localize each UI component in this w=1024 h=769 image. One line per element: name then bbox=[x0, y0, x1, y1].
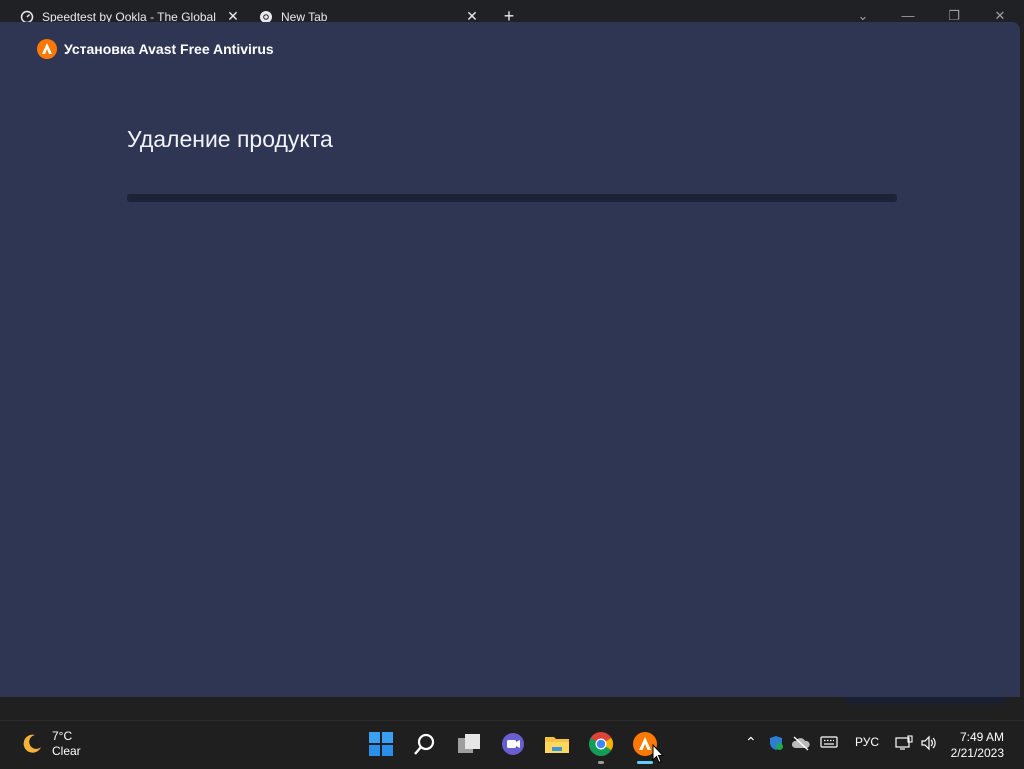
search-icon[interactable] bbox=[412, 731, 438, 757]
clock-date: 2/21/2023 bbox=[950, 746, 1004, 760]
start-icon[interactable] bbox=[368, 731, 394, 757]
onedrive-icon[interactable] bbox=[792, 735, 810, 751]
running-indicator bbox=[598, 761, 604, 764]
active-app-indicator bbox=[637, 761, 653, 764]
system-clock[interactable]: 7:49 AM 2/21/2023 bbox=[951, 729, 1004, 761]
uninstall-progress-bar bbox=[127, 194, 897, 202]
avast-installer-window: Установка Avast Free Antivirus Удаление … bbox=[0, 22, 1020, 705]
close-tab-icon[interactable]: ✕ bbox=[465, 9, 479, 23]
taskbar: 7°C Clear ⌃ РУС 7:49 AM 2/21/2023 bbox=[0, 720, 1024, 769]
weather-temperature: 7°C bbox=[52, 729, 73, 743]
close-tab-icon[interactable]: ✕ bbox=[226, 9, 240, 23]
moon-icon bbox=[23, 734, 41, 753]
task-view-icon[interactable] bbox=[456, 731, 482, 757]
avast-logo-icon bbox=[37, 39, 57, 59]
input-language[interactable]: РУС bbox=[855, 735, 879, 749]
keyboard-icon[interactable] bbox=[820, 735, 838, 749]
network-icon[interactable] bbox=[895, 735, 913, 751]
installer-title: Установка Avast Free Antivirus bbox=[64, 41, 274, 57]
clock-time: 7:49 AM bbox=[959, 730, 1004, 744]
weather-condition: Clear bbox=[52, 744, 81, 758]
chrome-icon[interactable] bbox=[588, 731, 614, 757]
weather-widget[interactable]: 7°C Clear bbox=[20, 729, 81, 759]
window-bottom-edge bbox=[845, 697, 1005, 705]
volume-icon[interactable] bbox=[920, 735, 938, 751]
file-explorer-icon[interactable] bbox=[544, 731, 570, 757]
defender-shield-icon[interactable] bbox=[768, 735, 784, 751]
page-title: Удаление продукта bbox=[127, 126, 333, 152]
mouse-cursor-icon bbox=[652, 744, 664, 764]
teams-chat-icon[interactable] bbox=[500, 731, 526, 757]
installer-header: Установка Avast Free Antivirus bbox=[0, 22, 1020, 70]
chevron-up-icon[interactable]: ⌃ bbox=[745, 734, 757, 751]
